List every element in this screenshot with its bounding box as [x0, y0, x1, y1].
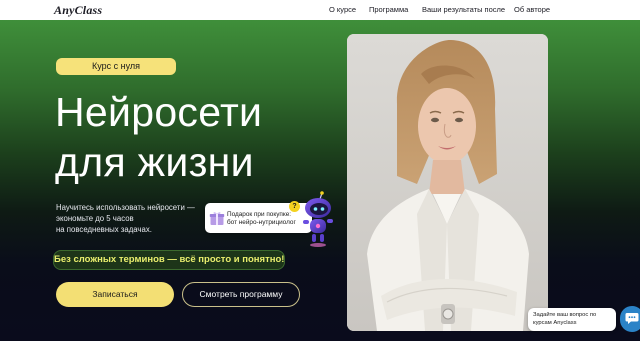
nav-link-author[interactable]: Об авторе	[514, 5, 550, 14]
gift-icon	[209, 210, 225, 226]
robot-icon	[296, 191, 340, 249]
site-header: AnyClass О курсе Программа Ваши результа…	[0, 0, 640, 20]
gift-text: Подарок при покупке: бот нейро-нутрициол…	[227, 211, 296, 227]
view-program-button[interactable]: Смотреть программу	[182, 282, 300, 307]
hero-title-line1: Нейросети	[55, 89, 263, 135]
author-photo	[347, 34, 548, 331]
hero-description: Научитесь использовать нейросети — эконо…	[56, 202, 195, 235]
gift-line: бот нейро-нутрициолог	[227, 219, 296, 226]
description-line: Научитесь использовать нейросети —	[56, 203, 195, 212]
chat-prompt-line: курсам Anyclass	[533, 319, 577, 326]
chat-prompt-line: Задайте ваш вопрос по	[533, 312, 597, 318]
nav-link-about-course[interactable]: О курсе	[329, 5, 356, 14]
chat-button[interactable]	[620, 306, 640, 332]
description-line: на повседневных задачах.	[56, 225, 152, 234]
course-badge: Курс с нуля	[56, 58, 176, 75]
signup-button[interactable]: Записаться	[56, 282, 174, 307]
logo[interactable]: AnyClass	[54, 3, 102, 18]
nav-link-program[interactable]: Программа	[369, 5, 408, 14]
description-line: экономьте до 5 часов	[56, 214, 134, 223]
chat-prompt[interactable]: Задайте ваш вопрос по курсам Anyclass	[528, 308, 616, 331]
hero-title-line2: для жизни	[55, 139, 254, 185]
nav-link-results[interactable]: Ваши результаты после	[422, 5, 505, 14]
simple-terms-pill: Без сложных терминов — всё просто и поня…	[53, 250, 285, 270]
gift-line: Подарок при покупке:	[227, 211, 292, 218]
